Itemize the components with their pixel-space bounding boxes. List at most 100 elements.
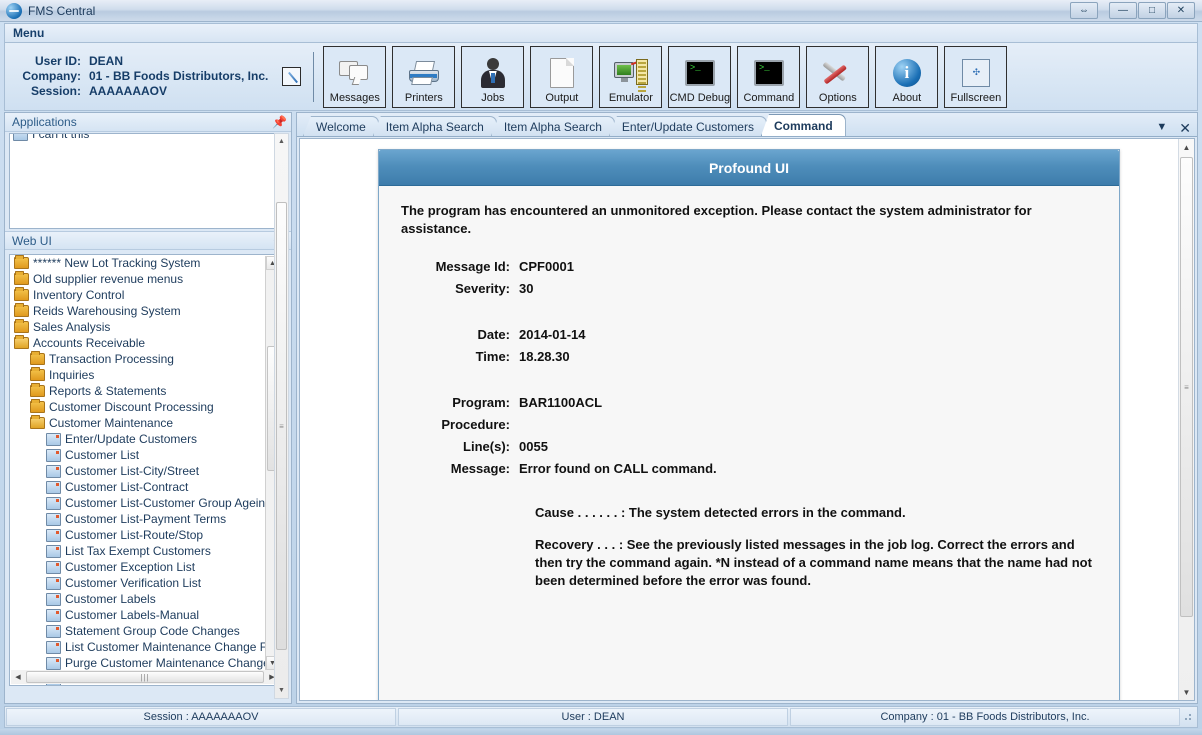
toolbar-label-jobs: Jobs (481, 91, 505, 104)
scroll-left-arrow-icon[interactable]: ◀ (11, 670, 25, 684)
menu-item-menu[interactable]: Menu (5, 26, 52, 40)
applications-list[interactable]: I can it this (9, 133, 281, 229)
status-bar: Session : AAAAAAAOV User : DEAN Company … (4, 706, 1198, 728)
folder-icon (14, 271, 29, 285)
tree-item[interactable]: Customer Maintenance (10, 415, 266, 431)
toolbar-button-emulator[interactable]: Emulator (599, 45, 663, 108)
folder-icon (30, 383, 45, 397)
tree-item[interactable]: Reids Warehousing System (10, 303, 266, 319)
tree-item[interactable]: Customer Labels-Manual (10, 607, 266, 623)
resize-grip-icon[interactable] (1183, 712, 1193, 722)
printer-icon (407, 54, 441, 92)
program-icon (46, 464, 61, 478)
tree-item[interactable]: Statement Group Code Changes (10, 623, 266, 639)
field-lines: Line(s): 0055 (401, 436, 1097, 458)
profound-ui-dialog: Profound UI The program has encountered … (378, 149, 1120, 700)
field-value: CPF0001 (519, 259, 574, 274)
tree-item-label: List Customer Maintenance Change File (65, 640, 280, 654)
tree-item[interactable]: List Tax Exempt Customers (10, 543, 266, 559)
tab-enter-update-customers[interactable]: Enter/Update Customers (608, 116, 767, 136)
tree-item[interactable]: Customer Verification List (10, 575, 266, 591)
window-titlebar: FMS Central ⇔ — □ ✕ (0, 0, 1202, 22)
pin-icon[interactable]: 📌 (272, 115, 287, 129)
scroll-down-arrow-icon[interactable]: ▼ (275, 683, 288, 698)
toolbar-button-cmd-debug[interactable]: CMD Debug (668, 45, 732, 108)
scroll-up-arrow-icon[interactable]: ▲ (275, 134, 288, 149)
tree-item[interactable]: List Customer Maintenance Change File (10, 639, 279, 655)
tree-item[interactable]: Customer List-Customer Group Ageing Co (10, 495, 280, 511)
tree-item[interactable]: Customer List-Payment Terms (10, 511, 266, 527)
sidebar: Applications 📌 I can it this Web UI ^^ *… (4, 112, 292, 704)
tab-welcome[interactable]: Welcome (303, 116, 379, 136)
toolbar-button-messages[interactable]: Messages (323, 45, 387, 108)
tree-item[interactable]: Transaction Processing (10, 351, 266, 367)
tree-item[interactable]: ****** New Lot Tracking System (10, 255, 266, 271)
webui-tree[interactable]: ****** New Lot Tracking System Old suppli… (9, 254, 281, 686)
tab-label: Item Alpha Search (385, 119, 484, 134)
field-value: 30 (519, 281, 534, 296)
scrollbar-thumb[interactable]: ||| (26, 671, 264, 683)
scrollbar-thumb[interactable]: ≡ (1180, 157, 1193, 617)
dialog-recovery-text: Recovery . . . : See the previously list… (535, 537, 1092, 588)
tree-item[interactable]: Customer Labels (10, 591, 266, 607)
field-message-id: Message Id: CPF0001 (401, 256, 1097, 278)
tree-item[interactable]: Customer Exception List (10, 559, 266, 575)
tree-item[interactable]: Customer List-Route/Stop (10, 527, 266, 543)
tree-item-label: Customer Exception List (65, 560, 196, 574)
toolbar-button-printers[interactable]: Printers (392, 45, 456, 108)
tree-item[interactable]: Old supplier revenue menus (10, 271, 266, 287)
session-row-company: Company: 01 - BB Foods Distributors, Inc… (15, 69, 268, 84)
tab-label: Welcome (316, 119, 366, 134)
tree-item[interactable]: Inventory Control (10, 287, 266, 303)
program-icon (46, 560, 61, 574)
tree-item[interactable]: Customer Discount Processing (10, 399, 266, 415)
tab-item-alpha-search[interactable]: Item Alpha Search (372, 116, 497, 136)
content-vertical-scrollbar[interactable]: ▲ ≡ ▼ (1178, 139, 1194, 700)
tab-command[interactable]: Command (760, 114, 846, 136)
close-icon[interactable]: ✕ (1173, 121, 1197, 136)
tree-horizontal-scrollbar[interactable]: ◀ ||| ▶ (11, 670, 279, 684)
scrollbar-thumb[interactable]: ≡ (276, 202, 287, 650)
tree-item[interactable]: Customer List (10, 447, 266, 463)
scroll-down-arrow-icon[interactable]: ▼ (1179, 684, 1194, 700)
list-item[interactable]: I can it this (10, 134, 280, 141)
tree-item[interactable]: Enter/Update Customers (10, 431, 266, 447)
toolbar-label-command: Command (743, 91, 795, 104)
tree-item-label: List Tax Exempt Customers (65, 544, 211, 558)
tree-item[interactable]: Customer List-Contract (10, 479, 266, 495)
scroll-up-arrow-icon[interactable]: ▲ (1179, 139, 1194, 155)
toolbar-label-fullscreen: Fullscreen (950, 91, 1002, 104)
restore-down-button[interactable]: ⇔ (1070, 2, 1098, 19)
session-label: Session: (30, 84, 81, 98)
field-program: Program: BAR1100ACL (401, 392, 1097, 414)
tree-item[interactable]: Sales Analysis (10, 319, 266, 335)
tree-item[interactable]: Purge Customer Maintenance Change Fi (10, 655, 280, 671)
maximize-button[interactable]: □ (1138, 2, 1166, 19)
field-value: Error found on CALL command. (519, 461, 717, 476)
chevron-down-icon[interactable]: ▼ (1150, 121, 1173, 136)
edit-session-button[interactable] (282, 67, 302, 86)
tree-item[interactable]: Accounts Receivable (10, 335, 266, 351)
program-icon (46, 624, 61, 638)
toolbar-button-options[interactable]: Options (806, 45, 870, 108)
tree-item[interactable]: Customer List-City/Street (10, 463, 266, 479)
field-procedure: Procedure: (401, 414, 1097, 436)
company-value: 01 - BB Foods Distributors, Inc. (89, 69, 269, 83)
close-button[interactable]: ✕ (1167, 2, 1195, 19)
toolbar-button-about[interactable]: i About (875, 45, 939, 108)
toolbar-button-jobs[interactable]: Jobs (461, 45, 525, 108)
toolbar-button-output[interactable]: Output (530, 45, 594, 108)
toolbar-label-emulator: Emulator (608, 91, 653, 104)
minimize-button[interactable]: — (1109, 2, 1137, 19)
company-label: Company: (22, 69, 81, 83)
user-id-value: DEAN (89, 54, 124, 68)
tree-item[interactable]: Reports & Statements (10, 383, 266, 399)
tab-item-alpha-search[interactable]: Item Alpha Search (490, 116, 615, 136)
tree-item-label: Old supplier revenue menus (33, 272, 184, 286)
sidebar-vertical-scrollbar[interactable]: ▲ ≡ ▼ (274, 133, 289, 699)
toolbar-button-fullscreen[interactable]: ✣ Fullscreen (944, 45, 1008, 108)
tree-item[interactable]: Inquiries (10, 367, 266, 383)
toolbar-button-command[interactable]: Command (737, 45, 801, 108)
tree-item-label: Customer Discount Processing (49, 400, 214, 414)
